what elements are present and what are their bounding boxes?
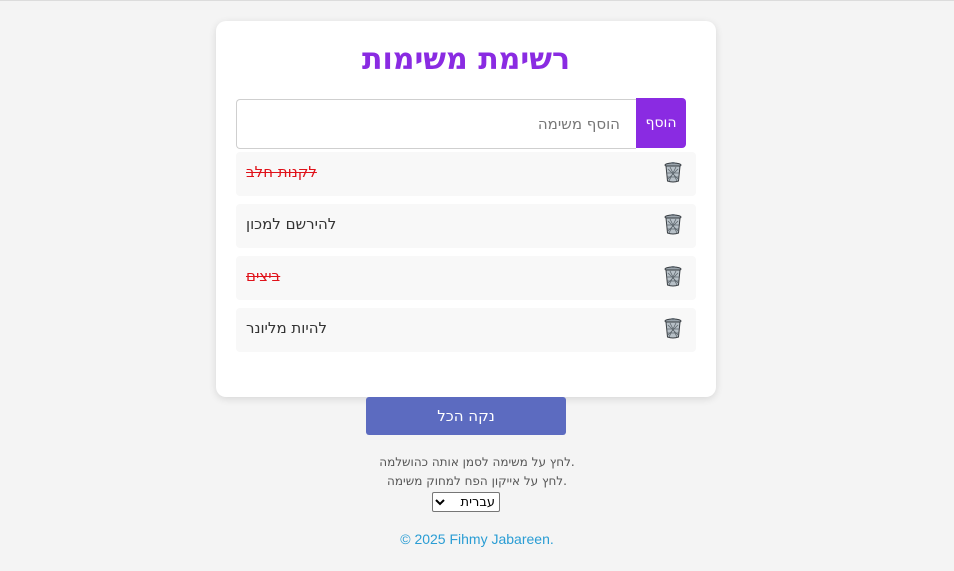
task-item[interactable]: להירשם למכון bbox=[236, 204, 696, 248]
add-task-button[interactable]: הוסף bbox=[636, 98, 686, 148]
task-list: לקנות חלב להירשם למכון ביצים להיות מליונ… bbox=[236, 152, 696, 360]
add-task-form: הוסף bbox=[236, 98, 686, 149]
trash-can-icon[interactable] bbox=[662, 213, 684, 235]
task-text[interactable]: ביצים bbox=[246, 256, 280, 296]
hint-complete: לחץ על משימה לסמן אותה כהושלמה. bbox=[379, 455, 575, 469]
task-text[interactable]: לקנות חלב bbox=[246, 152, 317, 192]
hint-delete: לחץ על אייקון הפח למחוק משימה. bbox=[387, 474, 567, 488]
trash-can-icon[interactable] bbox=[662, 265, 684, 287]
top-border bbox=[0, 0, 954, 1]
trash-can-icon[interactable] bbox=[662, 317, 684, 339]
footer-credit: © 2025 Fihmy Jabareen. bbox=[400, 531, 554, 547]
language-select[interactable]: עברית bbox=[432, 492, 500, 512]
page-title: רשימת משימות bbox=[361, 42, 571, 77]
task-item[interactable]: לקנות חלב bbox=[236, 152, 696, 196]
task-input[interactable] bbox=[236, 99, 636, 149]
task-item[interactable]: ביצים bbox=[236, 256, 696, 300]
task-text[interactable]: להירשם למכון bbox=[246, 204, 336, 244]
task-text[interactable]: להיות מליונר bbox=[246, 308, 327, 348]
trash-can-icon[interactable] bbox=[662, 161, 684, 183]
task-item[interactable]: להיות מליונר bbox=[236, 308, 696, 352]
clear-all-button[interactable]: נקה הכל bbox=[366, 397, 566, 435]
todo-card: רשימת משימות הוסף לקנות חלב להירשם למכון bbox=[216, 21, 716, 397]
